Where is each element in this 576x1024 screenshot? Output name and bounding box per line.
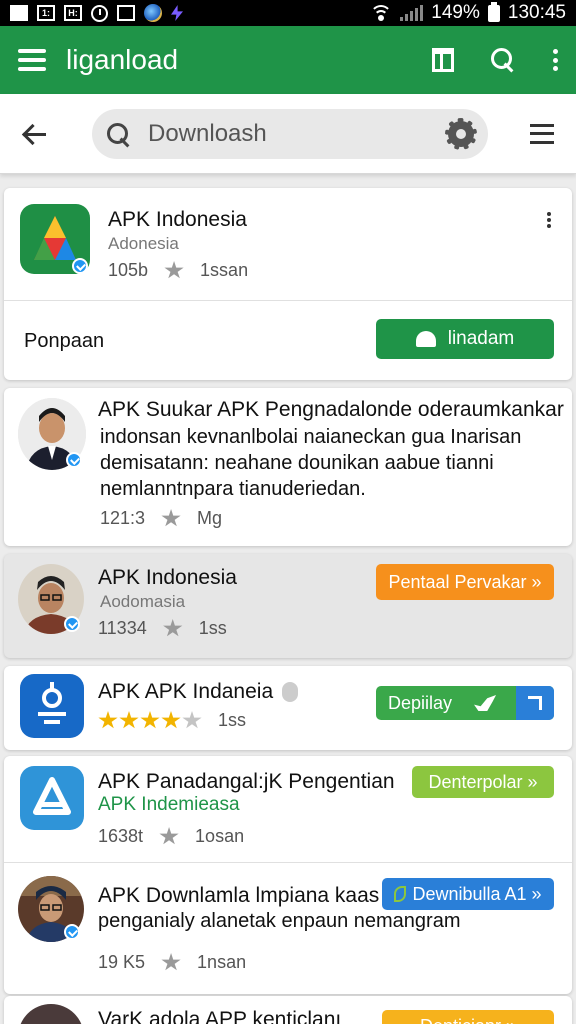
app-meta: 105b 1ssan — [108, 260, 248, 281]
bolt-icon — [171, 5, 183, 21]
notification-1-icon: 1: — [37, 5, 55, 21]
star-icon — [140, 711, 160, 729]
app-card[interactable]: APK Indonesia Aodomasia 11334 1ss Pentaa… — [4, 554, 572, 658]
app-title: APK Indonesia — [108, 208, 247, 231]
search-row — [0, 94, 576, 174]
search-input[interactable] — [148, 119, 428, 148]
download-button[interactable]: linadam — [376, 319, 554, 359]
bell-icon — [415, 331, 436, 347]
share-icon[interactable] — [516, 686, 554, 720]
screenshot-icon — [117, 5, 135, 21]
download-button-label: linadam — [447, 328, 515, 349]
download-button-label: Denterpolar » — [428, 771, 538, 792]
download-button[interactable]: Dewnibulla A1 » — [382, 878, 554, 910]
display-button-label: Depiilay — [388, 692, 453, 713]
install-button-label: Pentaal Pervakar » — [388, 571, 542, 592]
app-card[interactable]: VarK adola APP kenticlanı Denticiapr » — [4, 996, 572, 1024]
app-title: APK Downlamla lmpiana kaas — [98, 884, 380, 907]
hamburger-menu-icon[interactable] — [18, 49, 46, 71]
download-button-label: Dewnibulla A1 » — [412, 883, 542, 904]
app-meta: 1ss — [98, 710, 246, 731]
signal-icon — [400, 5, 424, 21]
app-title: APK Indonesia — [98, 566, 237, 589]
author-avatar — [18, 1004, 84, 1024]
card-menu-icon[interactable] — [546, 212, 552, 228]
wifi-icon — [370, 5, 393, 21]
app-card[interactable]: APK Suukar APK Pengnadalonde oderaumkank… — [4, 388, 572, 546]
rating-text: 1ssan — [200, 260, 249, 280]
rating-stars — [98, 711, 202, 730]
app-meta: 1638t 1osan — [98, 826, 244, 847]
star-icon — [163, 619, 183, 637]
app-title: APK Suukar APK Pengnadalonde oderaumkank… — [98, 398, 564, 421]
rating-text: 1ss — [218, 710, 247, 730]
settings-gear-icon[interactable] — [445, 117, 477, 150]
library-icon[interactable] — [432, 48, 454, 72]
star-icon — [164, 261, 184, 279]
download-count: 19 K5 — [98, 952, 146, 972]
app-description: indonsan kevnanlbolai naianeckan gua Ina… — [100, 426, 522, 500]
rating-text: 1ss — [198, 618, 227, 638]
download-button[interactable]: Denterpolar » — [412, 766, 554, 798]
app-meta: 11334 1ss — [98, 618, 227, 639]
overflow-menu-icon[interactable] — [552, 49, 558, 71]
app-subtitle: Aodomasia — [100, 592, 186, 611]
star-icon — [119, 711, 139, 729]
notification-h-icon: H: — [64, 5, 82, 21]
leaf-icon — [394, 886, 407, 902]
download-button[interactable]: Denticiapr » — [382, 1010, 554, 1024]
download-count: 121:3 — [100, 508, 146, 528]
app-title: liganload — [66, 44, 179, 75]
search-icon — [106, 122, 130, 146]
battery-percent: 149% — [431, 2, 480, 23]
app-meta: 19 K5 1nsan — [98, 952, 246, 973]
search-bar[interactable] — [92, 108, 488, 159]
app-logo-icon — [20, 674, 84, 738]
list-menu-icon[interactable] — [530, 123, 554, 144]
battery-icon — [487, 1, 500, 22]
app-title: VarK adola APP kenticlanı — [98, 1008, 342, 1024]
star-icon — [161, 711, 181, 729]
app-card[interactable]: APK Indonesia Adonesia 105b 1ssan Ponpaa… — [4, 188, 572, 380]
app-meta: 121:3 Mg — [100, 508, 222, 529]
app-title: APK APK Indaneia — [98, 680, 274, 703]
star-icon — [161, 509, 181, 527]
app-title: APK Panadangal:jK Pengentian — [98, 770, 395, 793]
status-bar: 1: H: 149% 130:45 — [0, 0, 576, 26]
download-count: 105b — [108, 260, 149, 280]
app-description: penganialy alanetak enpaun nemangram — [98, 910, 461, 932]
star-icon — [161, 953, 181, 971]
info-icon[interactable] — [282, 682, 298, 702]
divider — [4, 862, 572, 863]
star-icon — [159, 827, 179, 845]
app-subtitle: Adonesia — [108, 234, 179, 253]
clock: 130:45 — [507, 2, 566, 23]
download-button-label: Denticiapr » — [420, 1016, 516, 1024]
power-icon — [91, 4, 108, 22]
back-arrow-icon[interactable] — [22, 124, 48, 144]
verified-badge-icon — [66, 452, 82, 468]
globe-icon — [144, 4, 162, 22]
star-icon — [182, 711, 202, 729]
rating-text: 1nsan — [197, 952, 247, 972]
app-card[interactable]: APK APK Indaneia 1ss Depiilay — [4, 666, 572, 750]
verified-badge-icon — [64, 616, 80, 632]
divider — [4, 300, 572, 301]
action-label: Ponpaan — [24, 330, 105, 352]
search-icon[interactable] — [490, 47, 516, 73]
app-subtitle: APK Indemieasa — [98, 794, 240, 815]
verified-badge-icon — [72, 258, 88, 274]
rating-text: Mg — [197, 508, 223, 528]
app-card-group: APK Panadangal:jK Pengentian APK Indemie… — [4, 756, 572, 994]
install-button[interactable]: Pentaal Pervakar » — [376, 564, 554, 600]
app-bar: liganload — [0, 26, 576, 94]
rating-text: 1osan — [195, 826, 245, 846]
app-logo-icon — [20, 766, 84, 830]
download-count: 1638t — [98, 826, 144, 846]
verified-badge-icon — [64, 924, 80, 940]
star-icon — [98, 711, 118, 729]
notification-n-icon — [10, 5, 28, 21]
bird-icon — [474, 695, 497, 711]
download-count: 11334 — [98, 618, 147, 638]
